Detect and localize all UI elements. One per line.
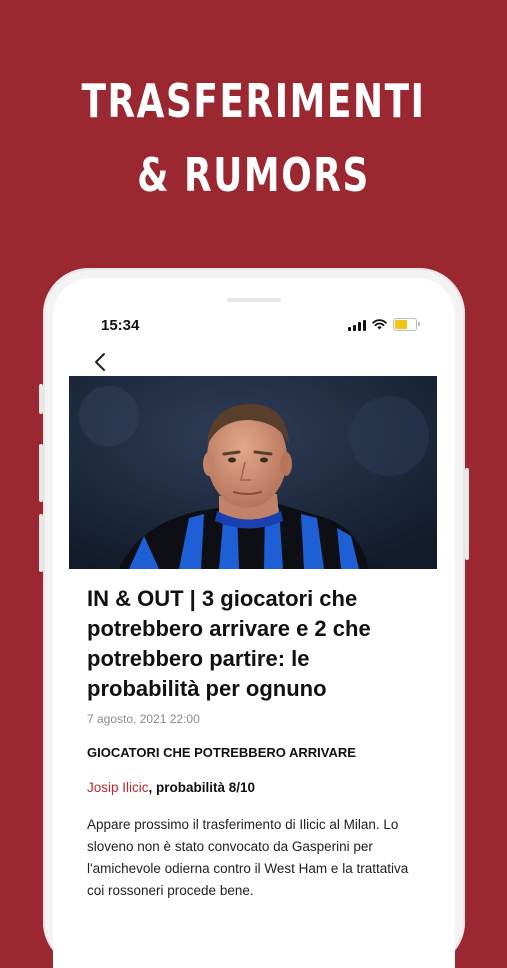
status-time: 15:34 bbox=[101, 317, 140, 334]
player-line: Josip Ilicic, probabilità 8/10 bbox=[87, 780, 255, 795]
wifi-icon bbox=[372, 319, 387, 330]
player-probability: , probabilità 8/10 bbox=[148, 780, 256, 795]
battery-icon bbox=[393, 318, 420, 331]
promo-line-2: & RUMORS bbox=[137, 148, 370, 202]
signal-icon bbox=[348, 319, 366, 331]
status-icons bbox=[348, 318, 420, 331]
battery-fill bbox=[395, 320, 407, 329]
promo-line-1: TRASFERIMENTI bbox=[81, 74, 426, 128]
article-date: 7 agosto, 2021 22:00 bbox=[87, 712, 200, 726]
section-heading: GIOCATORI CHE POTREBBERO ARRIVARE bbox=[87, 745, 356, 760]
promo-heading: TRASFERIMENTI & RUMORS bbox=[56, 64, 451, 212]
article-title: IN & OUT | 3 giocatori che potrebbero ar… bbox=[87, 586, 371, 701]
phone-screen: 15:34 IN & OUT | 3 giocatori che potrebb… bbox=[53, 278, 455, 968]
article-body: Appare prossimo il trasferimento di Ilic… bbox=[87, 817, 409, 898]
phone-power-button bbox=[465, 468, 469, 560]
phone-frame: 15:34 IN & OUT | 3 giocatori che potrebb… bbox=[43, 268, 465, 968]
speaker-notch bbox=[227, 298, 281, 302]
player-link[interactable]: Josip Ilicic bbox=[87, 780, 149, 795]
article-hero-image bbox=[69, 376, 437, 569]
chevron-left-icon[interactable] bbox=[91, 350, 111, 374]
